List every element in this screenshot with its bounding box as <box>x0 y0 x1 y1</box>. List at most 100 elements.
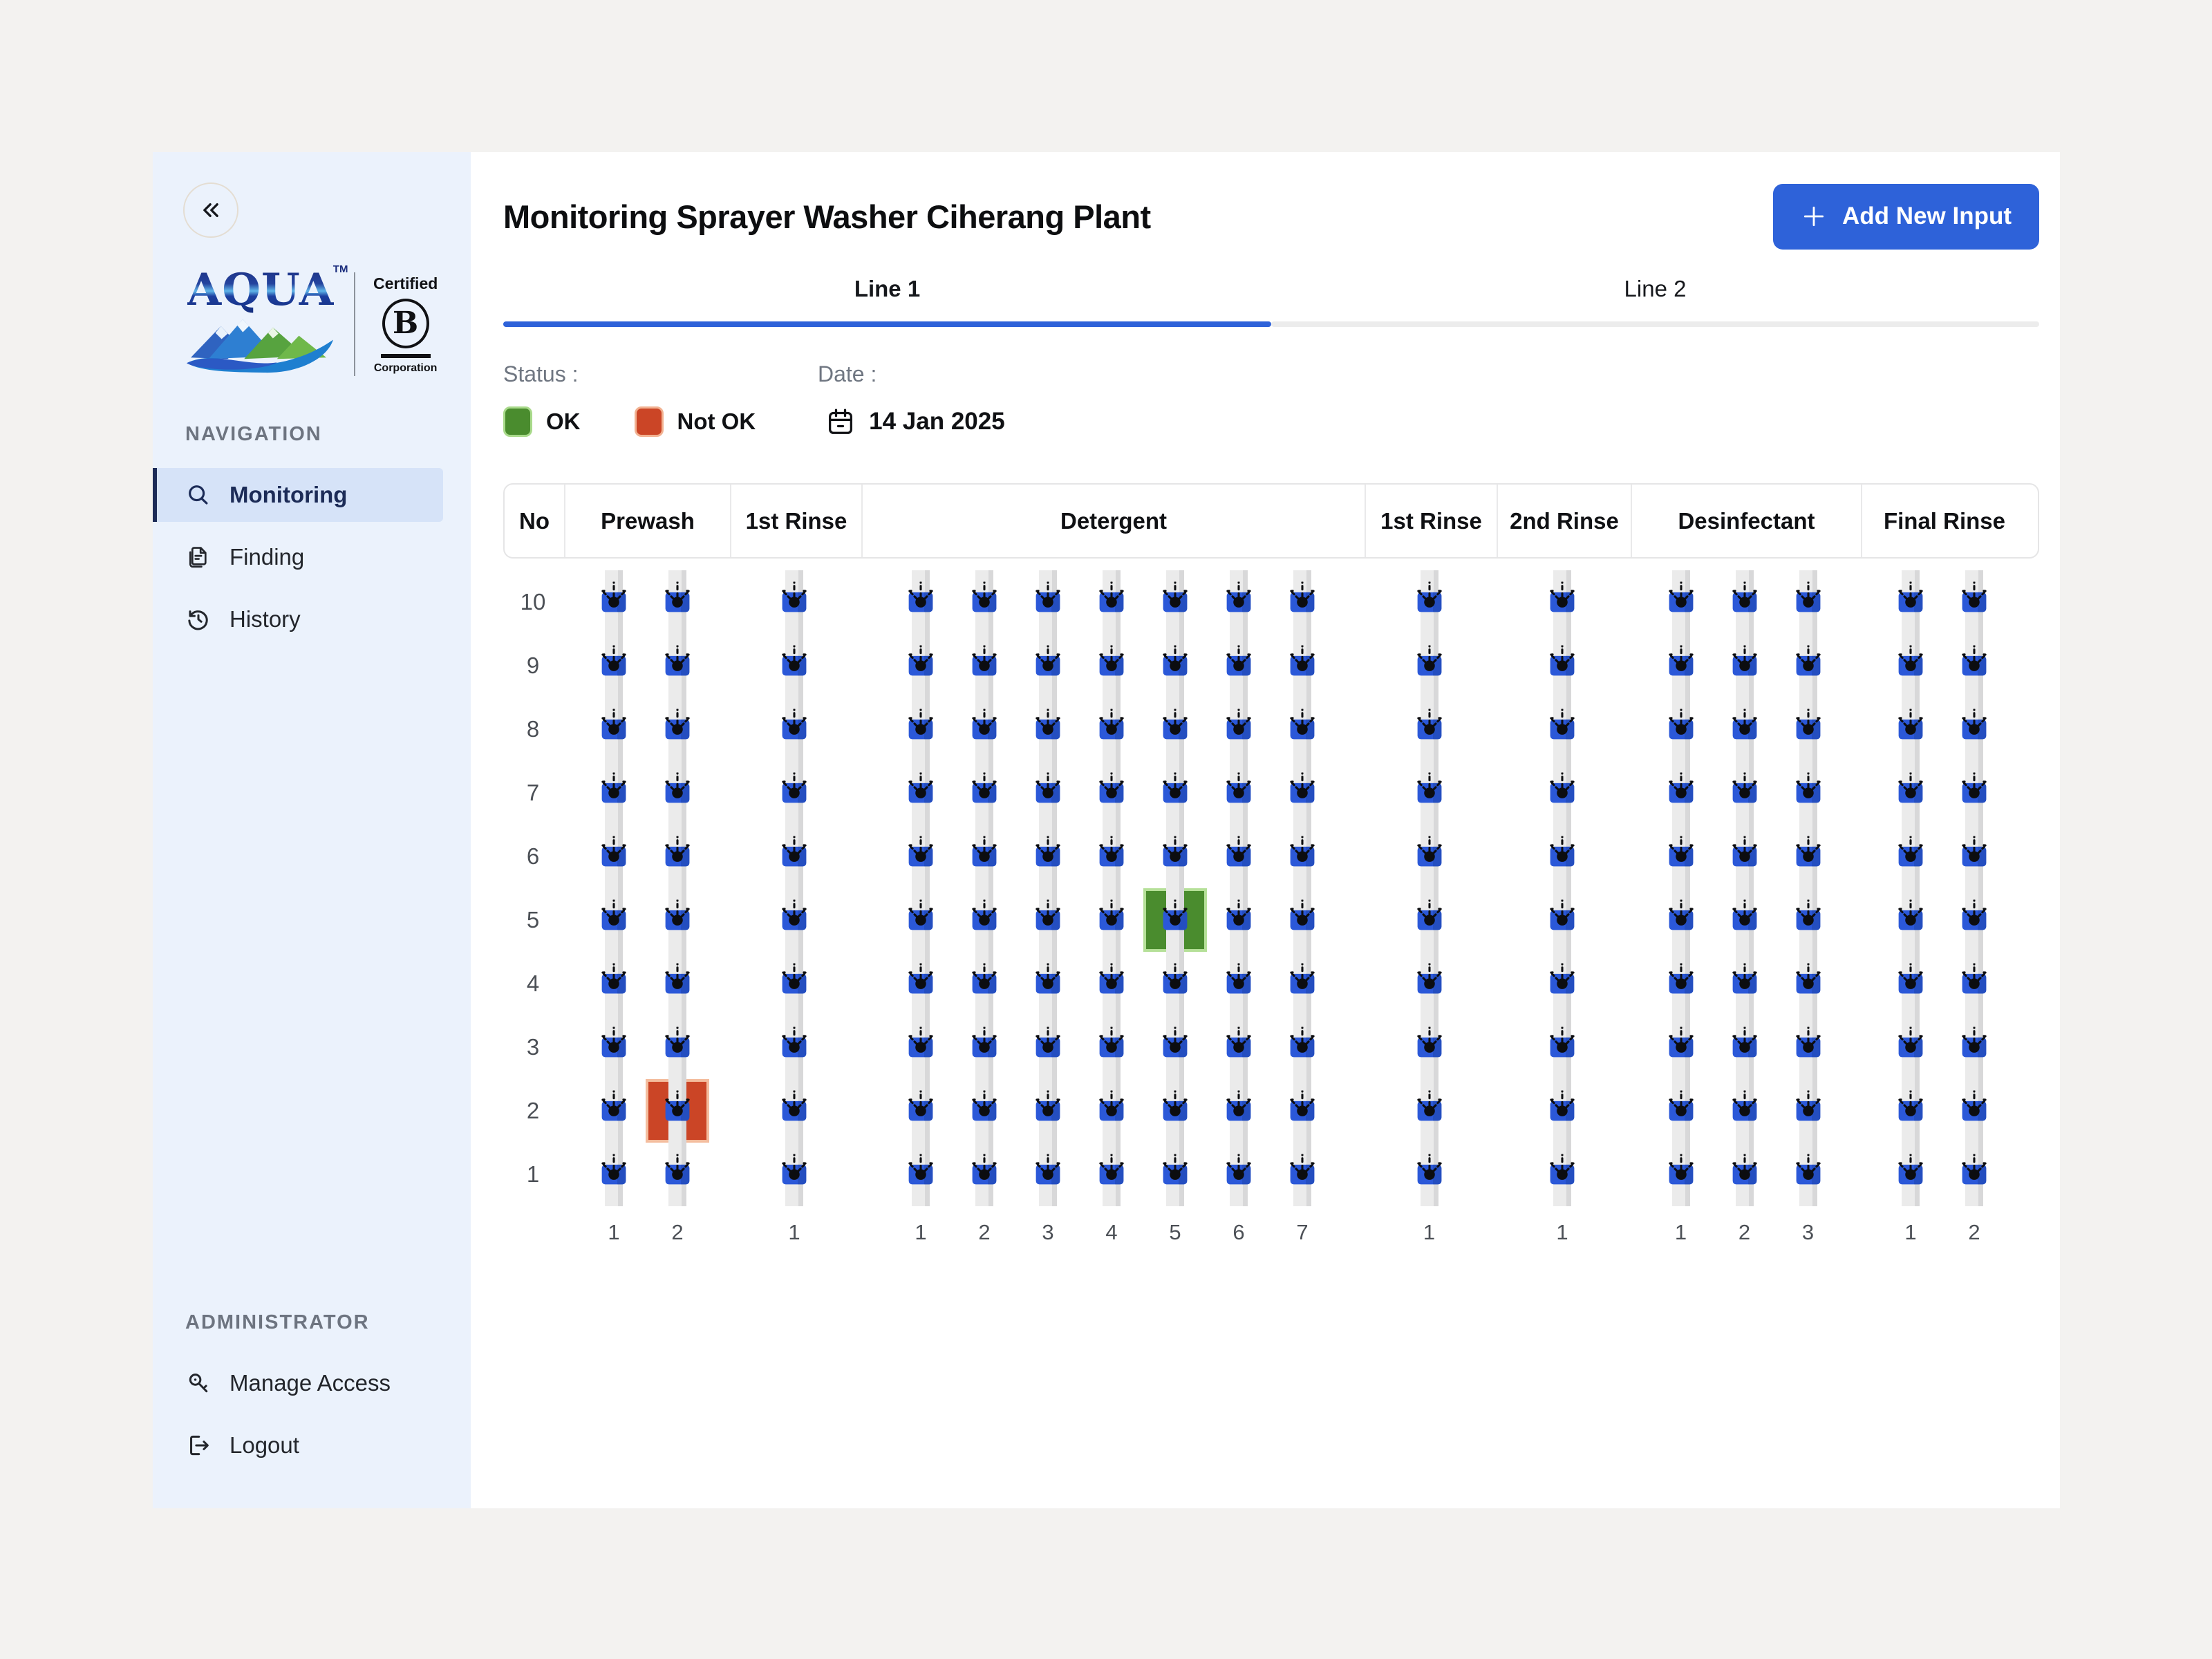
sprayer-cell[interactable] <box>1649 1015 1713 1079</box>
sprayer-cell[interactable] <box>1879 952 1942 1015</box>
sprayer-cell[interactable] <box>889 570 953 634</box>
sprayer-cell[interactable] <box>1016 1015 1080 1079</box>
sprayer-cell[interactable] <box>953 697 1016 761</box>
sprayer-cell[interactable] <box>1398 761 1461 825</box>
sprayer-cell[interactable] <box>1649 952 1713 1015</box>
sprayer-cell[interactable] <box>1530 825 1594 888</box>
sprayer-cell[interactable] <box>1080 1143 1143 1206</box>
sprayer-cell[interactable] <box>1777 1079 1840 1143</box>
sprayer-cell[interactable] <box>953 825 1016 888</box>
sprayer-cell[interactable] <box>1777 761 1840 825</box>
sprayer-cell[interactable] <box>889 634 953 697</box>
sprayer-cell[interactable] <box>762 888 826 952</box>
sprayer-cell[interactable] <box>582 952 646 1015</box>
sprayer-cell[interactable] <box>1942 697 2006 761</box>
sprayer-cell[interactable] <box>1143 825 1207 888</box>
sprayer-cell[interactable] <box>889 952 953 1015</box>
sprayer-cell[interactable] <box>1942 634 2006 697</box>
sprayer-cell[interactable] <box>1271 634 1334 697</box>
sprayer-cell[interactable] <box>1080 761 1143 825</box>
sidebar-admin-item-manage-access[interactable]: Manage Access <box>153 1356 443 1410</box>
sprayer-cell[interactable] <box>762 697 826 761</box>
sprayer-cell[interactable] <box>953 1015 1016 1079</box>
sprayer-cell[interactable] <box>1713 952 1777 1015</box>
sprayer-cell[interactable] <box>1777 697 1840 761</box>
sprayer-cell[interactable] <box>1942 1079 2006 1143</box>
sprayer-cell[interactable] <box>1942 1015 2006 1079</box>
sprayer-cell[interactable] <box>1398 888 1461 952</box>
sprayer-cell[interactable] <box>646 952 709 1015</box>
sprayer-cell[interactable] <box>762 952 826 1015</box>
sprayer-cell[interactable] <box>1080 697 1143 761</box>
sprayer-cell[interactable] <box>1143 697 1207 761</box>
sprayer-cell[interactable] <box>889 1015 953 1079</box>
sprayer-cell[interactable] <box>1942 1143 2006 1206</box>
sprayer-cell[interactable] <box>1530 634 1594 697</box>
sprayer-cell[interactable] <box>1649 570 1713 634</box>
sprayer-cell[interactable] <box>1942 888 2006 952</box>
sprayer-cell[interactable] <box>1207 1015 1271 1079</box>
sprayer-cell[interactable] <box>646 888 709 952</box>
sprayer-cell[interactable] <box>1398 1079 1461 1143</box>
sprayer-cell[interactable] <box>1207 1143 1271 1206</box>
sprayer-cell[interactable] <box>1143 952 1207 1015</box>
sprayer-cell[interactable] <box>1207 634 1271 697</box>
sprayer-cell[interactable] <box>1649 634 1713 697</box>
sprayer-cell[interactable] <box>1016 570 1080 634</box>
sprayer-cell[interactable] <box>762 825 826 888</box>
sprayer-cell[interactable] <box>889 1143 953 1206</box>
sprayer-cell[interactable] <box>1530 1079 1594 1143</box>
sprayer-cell[interactable] <box>1143 1015 1207 1079</box>
sprayer-cell[interactable] <box>1016 697 1080 761</box>
sprayer-cell[interactable] <box>1271 888 1334 952</box>
sprayer-cell[interactable] <box>762 634 826 697</box>
date-picker[interactable]: 14 Jan 2025 <box>825 406 1005 438</box>
sprayer-cell[interactable] <box>582 1015 646 1079</box>
sprayer-cell[interactable] <box>1649 1143 1713 1206</box>
sprayer-cell[interactable] <box>1080 952 1143 1015</box>
sidebar-collapse-button[interactable] <box>183 182 238 238</box>
sprayer-cell[interactable] <box>1207 952 1271 1015</box>
sprayer-cell[interactable] <box>1777 888 1840 952</box>
sprayer-cell[interactable] <box>1271 1143 1334 1206</box>
sprayer-cell[interactable] <box>582 1079 646 1143</box>
sprayer-cell[interactable] <box>953 1079 1016 1143</box>
sprayer-cell[interactable] <box>1398 697 1461 761</box>
sprayer-cell[interactable] <box>582 761 646 825</box>
sprayer-cell[interactable] <box>1207 761 1271 825</box>
sprayer-cell[interactable] <box>1016 1079 1080 1143</box>
sidebar-nav-item-monitoring[interactable]: Monitoring <box>153 468 443 522</box>
sprayer-cell[interactable] <box>1530 888 1594 952</box>
sprayer-cell[interactable] <box>1207 570 1271 634</box>
sprayer-cell[interactable] <box>1016 888 1080 952</box>
sprayer-cell[interactable] <box>1080 888 1143 952</box>
sprayer-cell[interactable] <box>1713 697 1777 761</box>
sprayer-cell[interactable] <box>1398 634 1461 697</box>
sidebar-nav-item-finding[interactable]: Finding <box>153 530 443 584</box>
sprayer-cell[interactable] <box>1942 761 2006 825</box>
sprayer-cell[interactable] <box>1713 761 1777 825</box>
sprayer-cell[interactable] <box>1530 697 1594 761</box>
sprayer-cell[interactable] <box>1016 1143 1080 1206</box>
sprayer-cell[interactable] <box>1398 570 1461 634</box>
sprayer-cell[interactable] <box>1713 570 1777 634</box>
sprayer-cell[interactable] <box>646 825 709 888</box>
sprayer-cell[interactable] <box>1398 1015 1461 1079</box>
tab-line-2[interactable]: Line 2 <box>1271 276 2039 327</box>
sprayer-cell[interactable] <box>1207 825 1271 888</box>
sprayer-cell[interactable] <box>1777 825 1840 888</box>
sprayer-cell[interactable] <box>889 697 953 761</box>
sprayer-cell[interactable] <box>889 761 953 825</box>
sprayer-cell[interactable] <box>582 1143 646 1206</box>
sprayer-cell[interactable] <box>1271 570 1334 634</box>
sprayer-cell[interactable] <box>1777 952 1840 1015</box>
sidebar-admin-item-logout[interactable]: Logout <box>153 1418 443 1472</box>
sprayer-cell[interactable] <box>1398 1143 1461 1206</box>
sprayer-cell[interactable] <box>762 761 826 825</box>
sprayer-cell[interactable] <box>762 570 826 634</box>
sprayer-cell[interactable] <box>1143 761 1207 825</box>
sprayer-cell[interactable] <box>889 1079 953 1143</box>
sprayer-cell[interactable] <box>1713 825 1777 888</box>
sprayer-cell[interactable] <box>1713 1143 1777 1206</box>
sprayer-cell[interactable] <box>1530 1015 1594 1079</box>
